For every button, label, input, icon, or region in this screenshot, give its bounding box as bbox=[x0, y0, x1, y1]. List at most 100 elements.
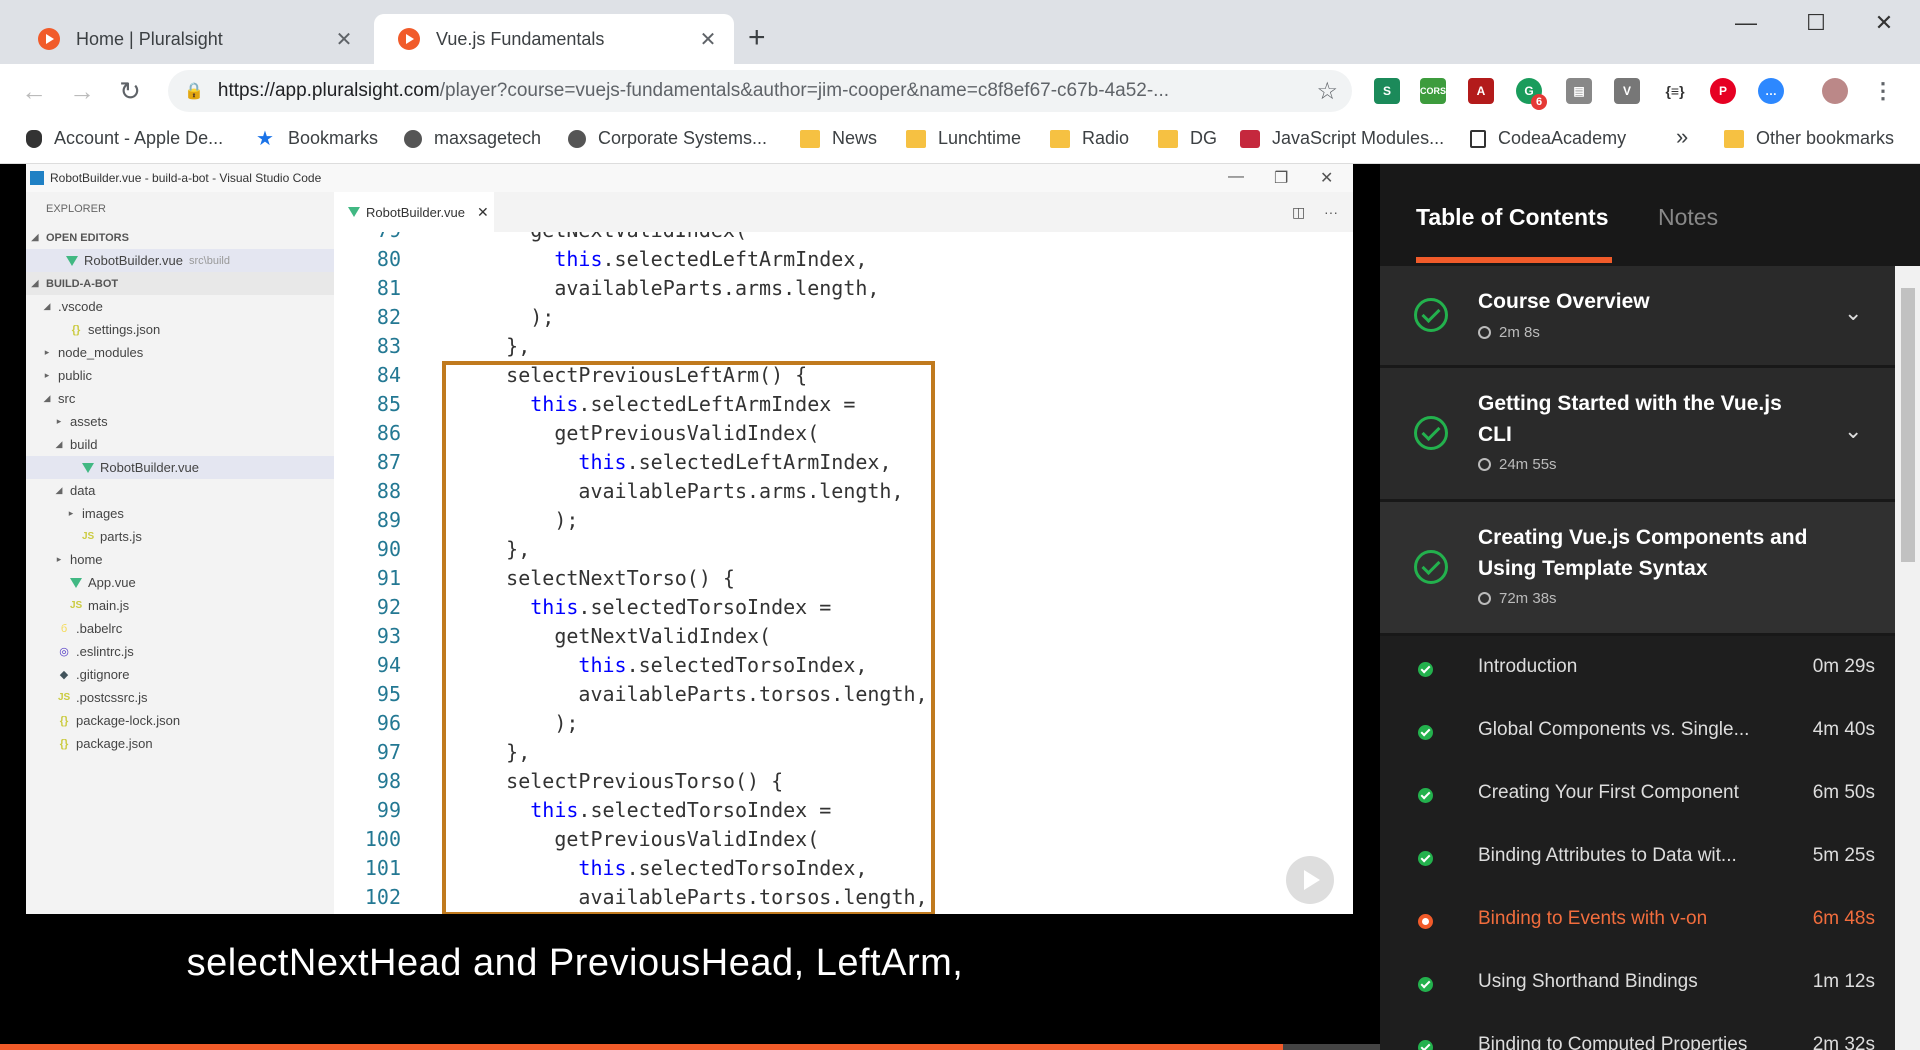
maximize-button[interactable]: ☐ bbox=[1796, 10, 1836, 36]
chevron-down-icon[interactable]: ⌄ bbox=[1844, 418, 1862, 444]
check-circle-icon bbox=[1414, 298, 1448, 332]
tab-close-icon[interactable]: ✕ bbox=[696, 27, 720, 52]
tree-item: JS parts.js bbox=[82, 529, 142, 544]
pdf-icon[interactable]: A bbox=[1468, 78, 1494, 104]
code-line: 80 this.selectedLeftArmIndex, bbox=[334, 245, 1353, 274]
tab-home-pluralsight[interactable]: Home | Pluralsight ✕ bbox=[14, 14, 370, 64]
bookmark-codeacademy[interactable]: CodeaAcademy bbox=[1470, 128, 1626, 149]
vscode-window: RobotBuilder.vue - build-a-bot - Visual … bbox=[26, 164, 1353, 914]
bookmark-radio[interactable]: Radio bbox=[1050, 128, 1129, 149]
module-item-current[interactable]: Creating Vue.js Components and Using Tem… bbox=[1380, 502, 1895, 636]
bookmark-dg[interactable]: DG bbox=[1158, 128, 1217, 149]
open-editors-header: ◢ OPEN EDITORS bbox=[31, 231, 129, 244]
module-duration: 24m 55s bbox=[1478, 456, 1557, 473]
javascript-modules-icon bbox=[1240, 129, 1260, 148]
clock-icon bbox=[1478, 592, 1491, 605]
bookmark-maxsagetech[interactable]: maxsagetech bbox=[404, 128, 541, 149]
bookmark-apple[interactable]: Account - Apple De... bbox=[26, 128, 223, 149]
line-number: 94 bbox=[376, 653, 401, 677]
code-line: 83 }, bbox=[334, 332, 1353, 361]
tab-close-icon[interactable]: ✕ bbox=[332, 27, 356, 52]
code-text: this.selectedLeftArmIndex, bbox=[554, 247, 868, 271]
pinterest-icon[interactable]: P bbox=[1710, 78, 1736, 104]
tree-item: App.vue bbox=[26, 571, 334, 594]
line-number: 79 bbox=[334, 232, 401, 245]
address-bar[interactable]: 🔒 https://app.pluralsight.com/player?cou… bbox=[168, 70, 1352, 112]
clip-title: Introduction bbox=[1478, 656, 1578, 677]
scrollbar[interactable] bbox=[1895, 266, 1920, 1050]
clip-item-current[interactable]: Binding to Events with v-on 6m 48s bbox=[1380, 888, 1895, 951]
reload-button[interactable]: ↻ bbox=[114, 76, 146, 106]
avatar[interactable] bbox=[1822, 78, 1848, 104]
module-item[interactable]: Getting Started with the Vue.js CLI 24m … bbox=[1380, 368, 1895, 502]
tree-item: ◢ .vscode bbox=[43, 299, 103, 314]
clip-item[interactable]: Binding Attributes to Data wit... 5m 25s bbox=[1380, 825, 1895, 888]
bookmarks-bar: Account - Apple De... ★ Bookmarks maxsage… bbox=[0, 118, 1920, 164]
json-file-icon: {} bbox=[59, 714, 69, 727]
line-number: 87 bbox=[376, 450, 401, 474]
line-number: 86 bbox=[376, 421, 401, 445]
tree-item: RobotBuilder.vue bbox=[26, 456, 334, 479]
clip-item[interactable]: Global Components vs. Single... 4m 40s bbox=[1380, 699, 1895, 762]
extension-s-icon[interactable]: S bbox=[1374, 78, 1400, 104]
check-icon bbox=[1418, 662, 1433, 677]
vscode-titlebar: RobotBuilder.vue - build-a-bot - Visual … bbox=[26, 164, 1353, 192]
messenger-icon[interactable]: … bbox=[1758, 78, 1784, 104]
other-bookmarks[interactable]: Other bookmarks bbox=[1724, 128, 1894, 149]
scrollbar-thumb[interactable] bbox=[1901, 288, 1915, 562]
line-number: 81 bbox=[376, 276, 401, 300]
split-editor-icon: ◫ bbox=[1292, 204, 1306, 220]
check-circle-icon bbox=[1414, 550, 1448, 584]
line-number: 95 bbox=[376, 682, 401, 706]
sidebar-tabs: Table of Contents Notes bbox=[1380, 164, 1920, 264]
clip-list: Introduction 0m 29s Global Components vs. … bbox=[1380, 636, 1895, 1050]
bookmark-lunchtime[interactable]: Lunchtime bbox=[906, 128, 1021, 149]
more-bookmarks-button[interactable]: » bbox=[1676, 124, 1688, 150]
now-playing-icon bbox=[1418, 914, 1433, 929]
new-tab-button[interactable]: + bbox=[748, 22, 766, 54]
close-window-button[interactable]: ✕ bbox=[1864, 10, 1904, 36]
video-player[interactable]: RobotBuilder.vue - build-a-bot - Visual … bbox=[0, 164, 1380, 1050]
tab-vuejs-fundamentals[interactable]: Vue.js Fundamentals ✕ bbox=[374, 14, 734, 64]
line-number: 99 bbox=[376, 798, 401, 822]
bookmark-star-icon[interactable]: ☆ bbox=[1316, 77, 1338, 106]
clip-item[interactable]: Using Shorthand Bindings 1m 12s bbox=[1380, 951, 1895, 1014]
clip-item[interactable]: Creating Your First Component 6m 50s bbox=[1380, 762, 1895, 825]
cors-icon[interactable]: CORS bbox=[1420, 78, 1446, 104]
line-number: 84 bbox=[376, 363, 401, 387]
code-line: 79 getNextValidIndex( bbox=[334, 232, 1353, 245]
json-icon[interactable]: {≡} bbox=[1662, 78, 1688, 104]
tab-table-of-contents[interactable]: Table of Contents bbox=[1416, 204, 1609, 231]
back-button[interactable]: ← bbox=[18, 76, 50, 106]
vscode-logo-icon bbox=[30, 171, 44, 185]
bookmark-corporate[interactable]: Corporate Systems... bbox=[568, 128, 767, 149]
clip-item[interactable]: Introduction 0m 29s bbox=[1380, 636, 1895, 699]
check-icon bbox=[1418, 1040, 1433, 1050]
tree-item: ▸ node_modules bbox=[44, 345, 144, 360]
chevron-down-icon[interactable]: ⌄ bbox=[1844, 300, 1862, 326]
project-header: ◢ BUILD-A-BOT bbox=[26, 272, 334, 295]
clip-duration: 5m 25s bbox=[1812, 845, 1875, 866]
tree-item: JS main.js bbox=[70, 598, 130, 613]
vue-devtools-icon[interactable]: V bbox=[1614, 78, 1640, 104]
bookmark-bookmarks[interactable]: ★ Bookmarks bbox=[256, 128, 378, 149]
module-item[interactable]: Course Overview 2m 8s ⌄ bbox=[1380, 266, 1895, 368]
close-icon: ✕ bbox=[1320, 170, 1334, 187]
code-line: 82 ); bbox=[334, 303, 1353, 332]
browser-tab-strip: Home | Pluralsight ✕ Vue.js Fundamentals… bbox=[0, 0, 1920, 64]
vue-file-icon bbox=[70, 577, 82, 588]
menu-icon[interactable]: ⋮ bbox=[1870, 78, 1896, 104]
comment-icon[interactable]: ▤ bbox=[1566, 78, 1592, 104]
video-progress-bar[interactable] bbox=[0, 1044, 1380, 1050]
forward-button[interactable]: → bbox=[66, 76, 98, 106]
check-icon bbox=[1418, 851, 1433, 866]
clip-item[interactable]: Binding to Computed Properties 2m 32s bbox=[1380, 1014, 1895, 1050]
bookmark-news[interactable]: News bbox=[800, 128, 877, 149]
line-number: 98 bbox=[376, 769, 401, 793]
line-number: 80 bbox=[376, 247, 401, 271]
tab-notes[interactable]: Notes bbox=[1658, 204, 1718, 231]
bookmark-javascript-modules[interactable]: JavaScript Modules... bbox=[1240, 128, 1444, 149]
clip-title: Binding to Events with v-on bbox=[1478, 908, 1708, 929]
code-line: 81 availableParts.arms.length, bbox=[334, 274, 1353, 303]
minimize-button[interactable]: — bbox=[1726, 10, 1766, 36]
